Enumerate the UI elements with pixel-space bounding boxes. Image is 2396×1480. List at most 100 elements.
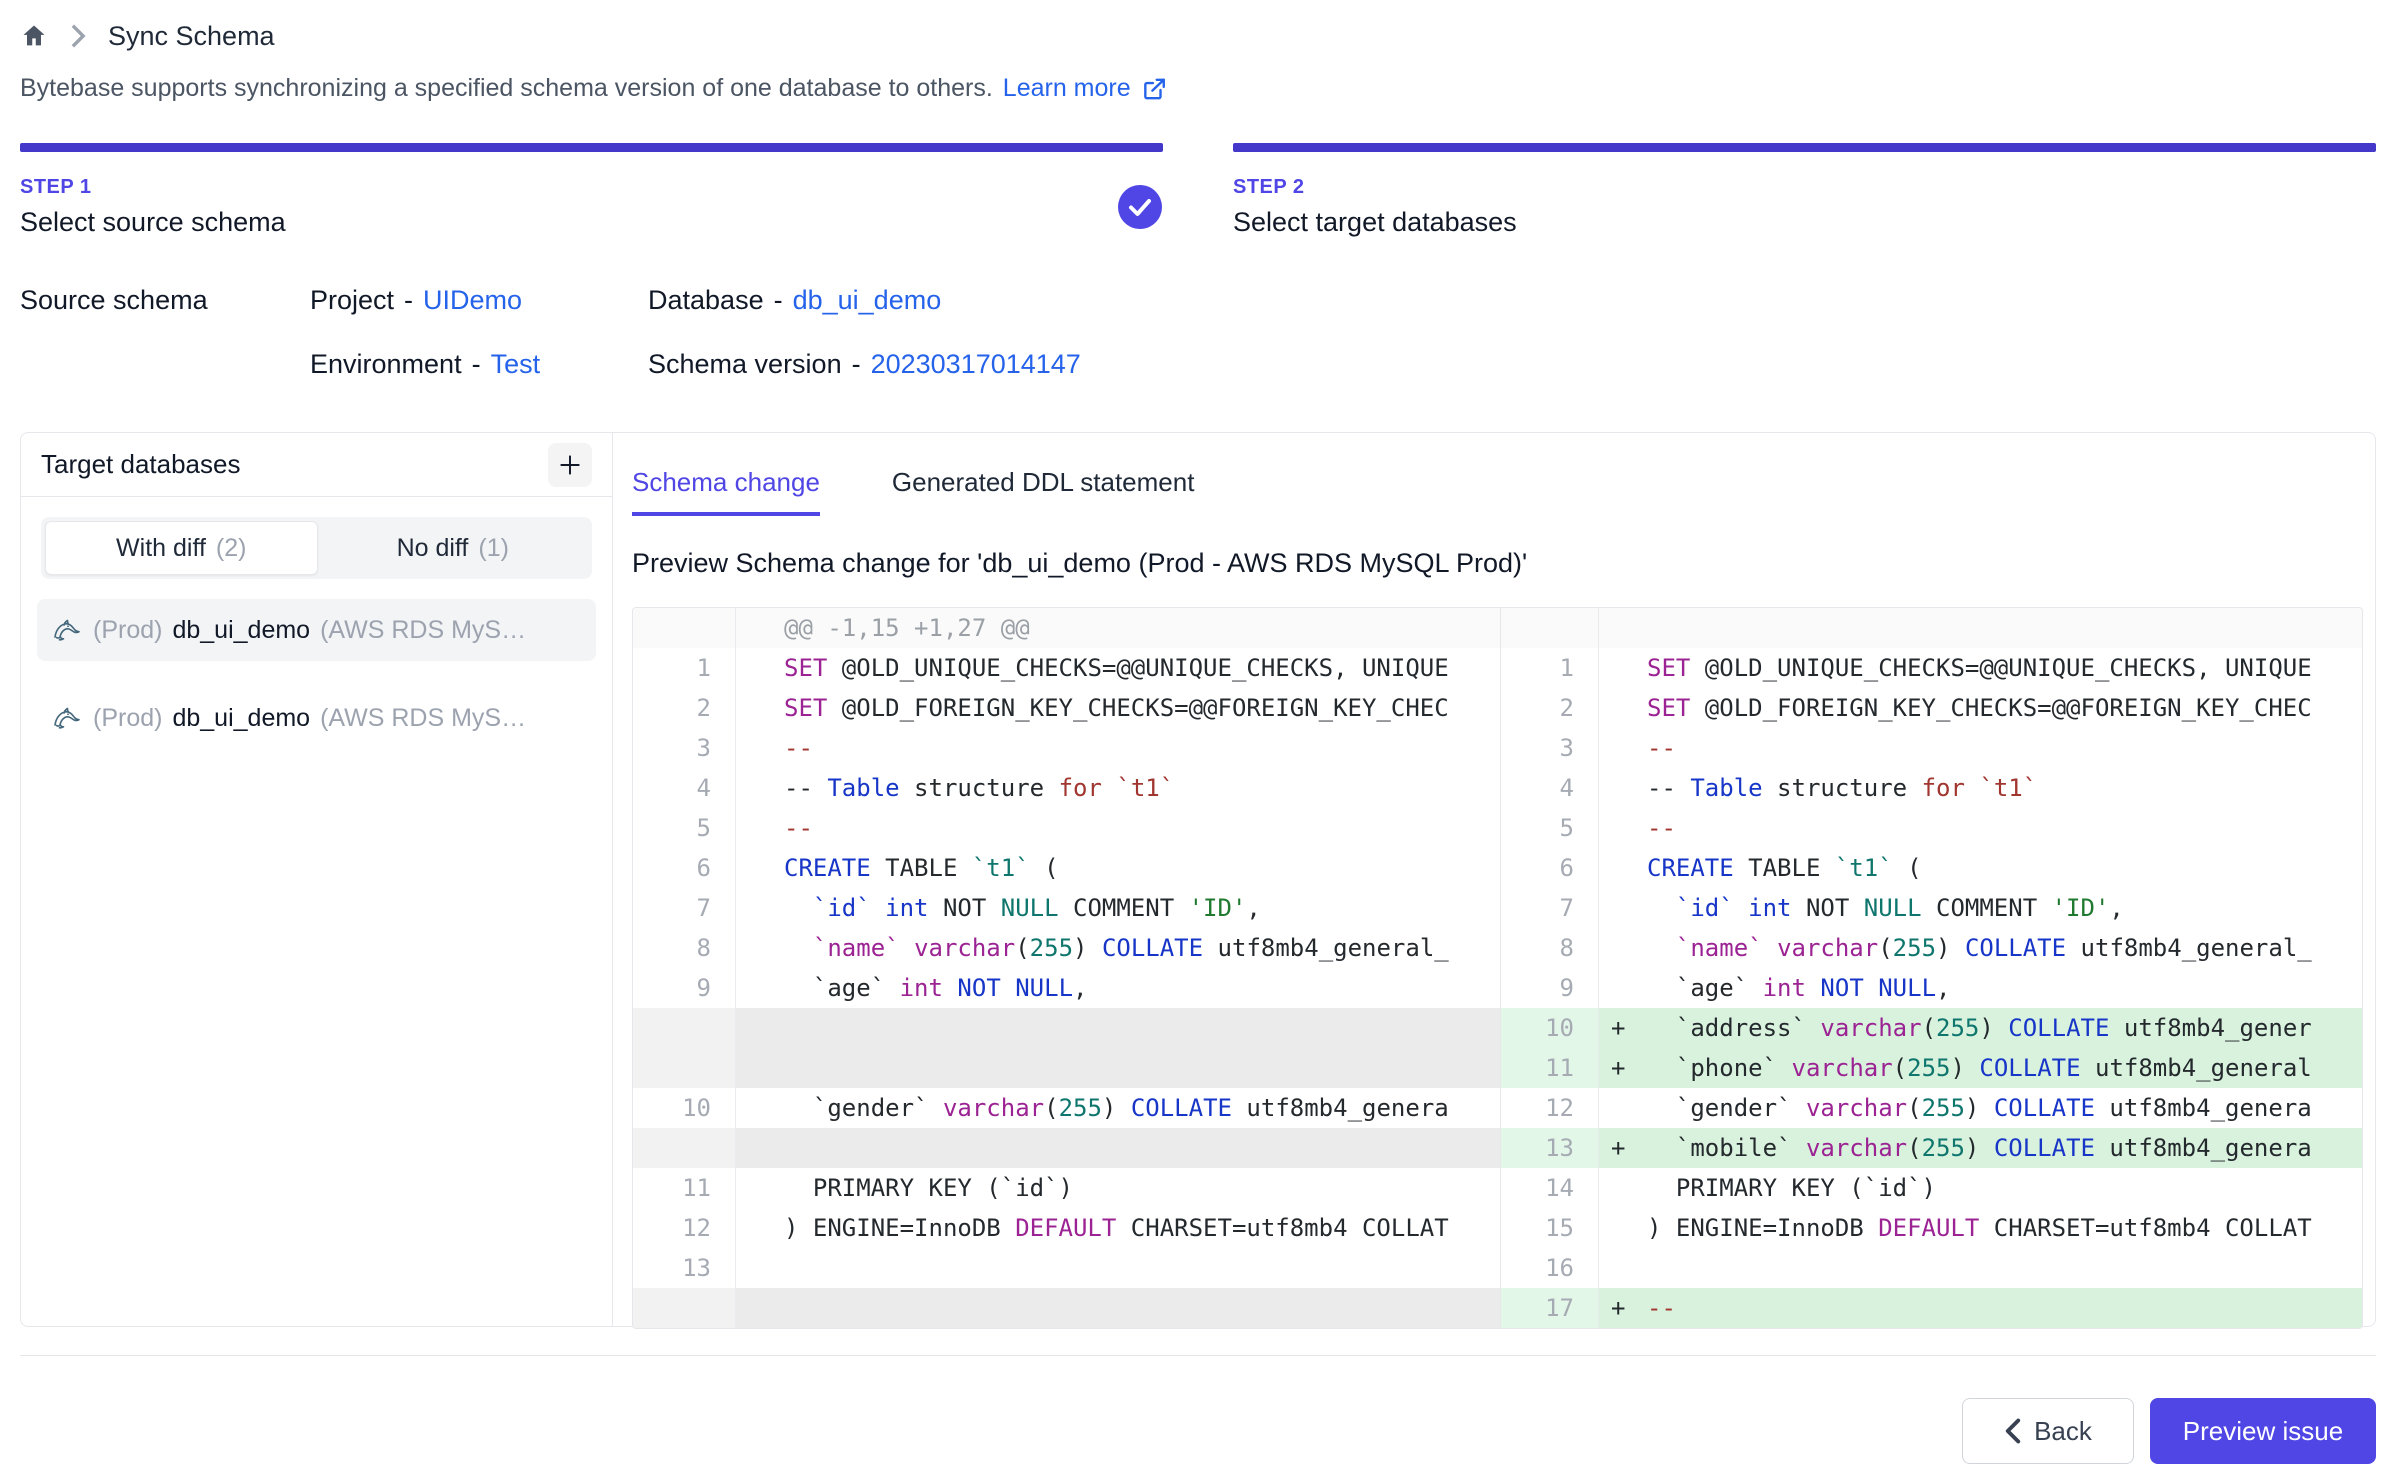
code-token: -- [1647, 1294, 1676, 1322]
code-token: DEFAULT [1878, 1214, 1979, 1242]
code-token: PRIMARY KEY (`id`) [1647, 1174, 1936, 1202]
added-line-plus-sign: + [1611, 1048, 1625, 1088]
target-databases-title: Target databases [41, 449, 240, 480]
mysql-dolphin-icon [51, 703, 83, 733]
diff-line-number: 12 [633, 1208, 736, 1248]
list-item-database-1[interactable]: (Prod) db_ui_demo (AWS RDS MyS… [37, 599, 596, 661]
code-token: structure [1763, 774, 1922, 802]
diff-line-content: ) ENGINE=InnoDB DEFAULT CHARSET=utf8mb4 … [1599, 1208, 2362, 1248]
code-token: structure [900, 774, 1059, 802]
code-token [1734, 894, 1748, 922]
code-token: SET [784, 694, 827, 722]
code-token: -- [784, 814, 813, 842]
code-token: ( [1015, 934, 1029, 962]
learn-more-link[interactable]: Learn more [1003, 74, 1131, 103]
code-token: `id` [813, 894, 871, 922]
tab-with-diff[interactable]: With diff (2) [45, 521, 318, 575]
diff-line-content: + `mobile` varchar(255) COLLATE utf8mb4_… [1599, 1128, 2362, 1168]
code-token: , [1073, 974, 1087, 1002]
code-token: 255 [1030, 934, 1073, 962]
diff-row: 4-- Table structure for `t1`4-- Table st… [633, 768, 2362, 808]
code-token: SET [784, 654, 827, 682]
tab-generated-ddl[interactable]: Generated DDL statement [892, 467, 1195, 516]
diff-line-number: 11 [633, 1168, 736, 1208]
code-token: varchar [1777, 934, 1878, 962]
diff-line-content: `name` varchar(255) COLLATE utf8mb4_gene… [1599, 928, 2362, 968]
code-token [784, 894, 813, 922]
diff-line-content [736, 1128, 1501, 1168]
diff-row: 7 `id` int NOT NULL COMMENT 'ID',7 `id` … [633, 888, 2362, 928]
schema-version-link[interactable]: 20230317014147 [871, 349, 1081, 379]
diff-filter-tabs: With diff (2) No diff (1) [41, 517, 592, 579]
diff-table[interactable]: @@ -1,15 +1,27 @@1SET @OLD_UNIQUE_CHECKS… [632, 607, 2363, 1329]
diff-line-content: PRIMARY KEY (`id`) [1599, 1168, 2362, 1208]
code-token: , [1936, 974, 1950, 1002]
diff-line-content [1599, 1248, 2362, 1288]
diff-line-number: 9 [1501, 968, 1599, 1008]
diff-line-number: 6 [1501, 848, 1599, 888]
home-icon[interactable] [20, 22, 48, 50]
target-databases-pane: Target databases With diff (2) No diff (… [21, 433, 613, 1326]
intro-text: Bytebase supports synchronizing a specif… [20, 74, 993, 103]
code-token: SET [1647, 694, 1690, 722]
diff-row: @@ -1,15 +1,27 @@ [633, 608, 2362, 648]
code-token [1647, 1134, 1676, 1162]
diff-line-content: @@ -1,15 +1,27 @@ [736, 608, 1501, 648]
diff-line-content: -- [1599, 728, 2362, 768]
code-token: for [1059, 774, 1102, 802]
diff-row: 1316 [633, 1248, 2362, 1288]
diff-line-content: PRIMARY KEY (`id`) [736, 1168, 1501, 1208]
project-field: Project-UIDemo [310, 280, 648, 320]
project-link[interactable]: UIDemo [423, 285, 522, 315]
diff-line-number: 7 [1501, 888, 1599, 928]
diff-row: 12 ) ENGINE=InnoDB DEFAULT CHARSET=utf8mb… [633, 1208, 2362, 1248]
code-token: utf8mb4_general_ [2066, 934, 2312, 962]
code-token: int [1748, 894, 1791, 922]
environment-field: Environment-Test [310, 344, 648, 384]
code-token: NULL [1864, 894, 1922, 922]
footer-divider [20, 1355, 2376, 1356]
code-token: -- [1647, 774, 1690, 802]
code-token [871, 894, 885, 922]
intro-text-row: Bytebase supports synchronizing a specif… [20, 74, 2376, 103]
schema-version-field: Schema version-20230317014147 [648, 344, 1081, 384]
code-token: `gender` [813, 1094, 929, 1122]
code-token [1763, 934, 1777, 962]
code-token [1647, 1094, 1676, 1122]
back-button[interactable]: Back [1962, 1398, 2134, 1464]
diff-line-number: 14 [1501, 1168, 1599, 1208]
tab-schema-change[interactable]: Schema change [632, 467, 820, 516]
add-target-database-button[interactable] [548, 443, 592, 487]
external-link-icon[interactable] [1141, 76, 1167, 102]
list-item-database-2[interactable]: (Prod) db_ui_demo (AWS RDS MyS… [37, 687, 596, 749]
added-line-plus-sign: + [1611, 1128, 1625, 1168]
code-token: utf8mb4_gener [2109, 1014, 2311, 1042]
code-token: COLLATE [1979, 1054, 2080, 1082]
code-token: `mobile` [1676, 1134, 1792, 1162]
code-token: ( [1030, 854, 1059, 882]
diff-line-number: 15 [1501, 1208, 1599, 1248]
code-token: utf8mb4_genera [2095, 1134, 2312, 1162]
tab-no-diff[interactable]: No diff (1) [318, 521, 589, 575]
diff-line-number: 11 [1501, 1048, 1599, 1088]
diff-row: 11+ `phone` varchar(255) COLLATE utf8mb4… [633, 1048, 2362, 1088]
diff-line-content: SET @OLD_FOREIGN_KEY_CHECKS=@@FOREIGN_KE… [1599, 688, 2362, 728]
code-token: utf8mb4_general_ [1203, 934, 1449, 962]
diff-line-number: 13 [1501, 1128, 1599, 1168]
environment-link[interactable]: Test [491, 349, 541, 379]
code-token: ( [1893, 1054, 1907, 1082]
diff-line-number [633, 608, 736, 648]
code-token: NOT [1792, 894, 1864, 922]
preview-issue-button[interactable]: Preview issue [2150, 1398, 2376, 1464]
diff-line-content: SET @OLD_UNIQUE_CHECKS=@@UNIQUE_CHECKS, … [736, 648, 1501, 688]
code-token: `phone` [1676, 1054, 1777, 1082]
diff-row: 2SET @OLD_FOREIGN_KEY_CHECKS=@@FOREIGN_K… [633, 688, 2362, 728]
code-token: int [885, 894, 928, 922]
diff-line-content: -- [1599, 808, 2362, 848]
diff-line-content: CREATE TABLE `t1` ( [1599, 848, 2362, 888]
database-link[interactable]: db_ui_demo [793, 285, 942, 315]
code-token: , [1246, 894, 1260, 922]
code-token: @OLD_FOREIGN_KEY_CHECKS=@@FOREIGN_KEY_CH… [827, 694, 1448, 722]
step-1: STEP 1 Select source schema [20, 143, 1163, 238]
code-token: NULL [1001, 894, 1059, 922]
